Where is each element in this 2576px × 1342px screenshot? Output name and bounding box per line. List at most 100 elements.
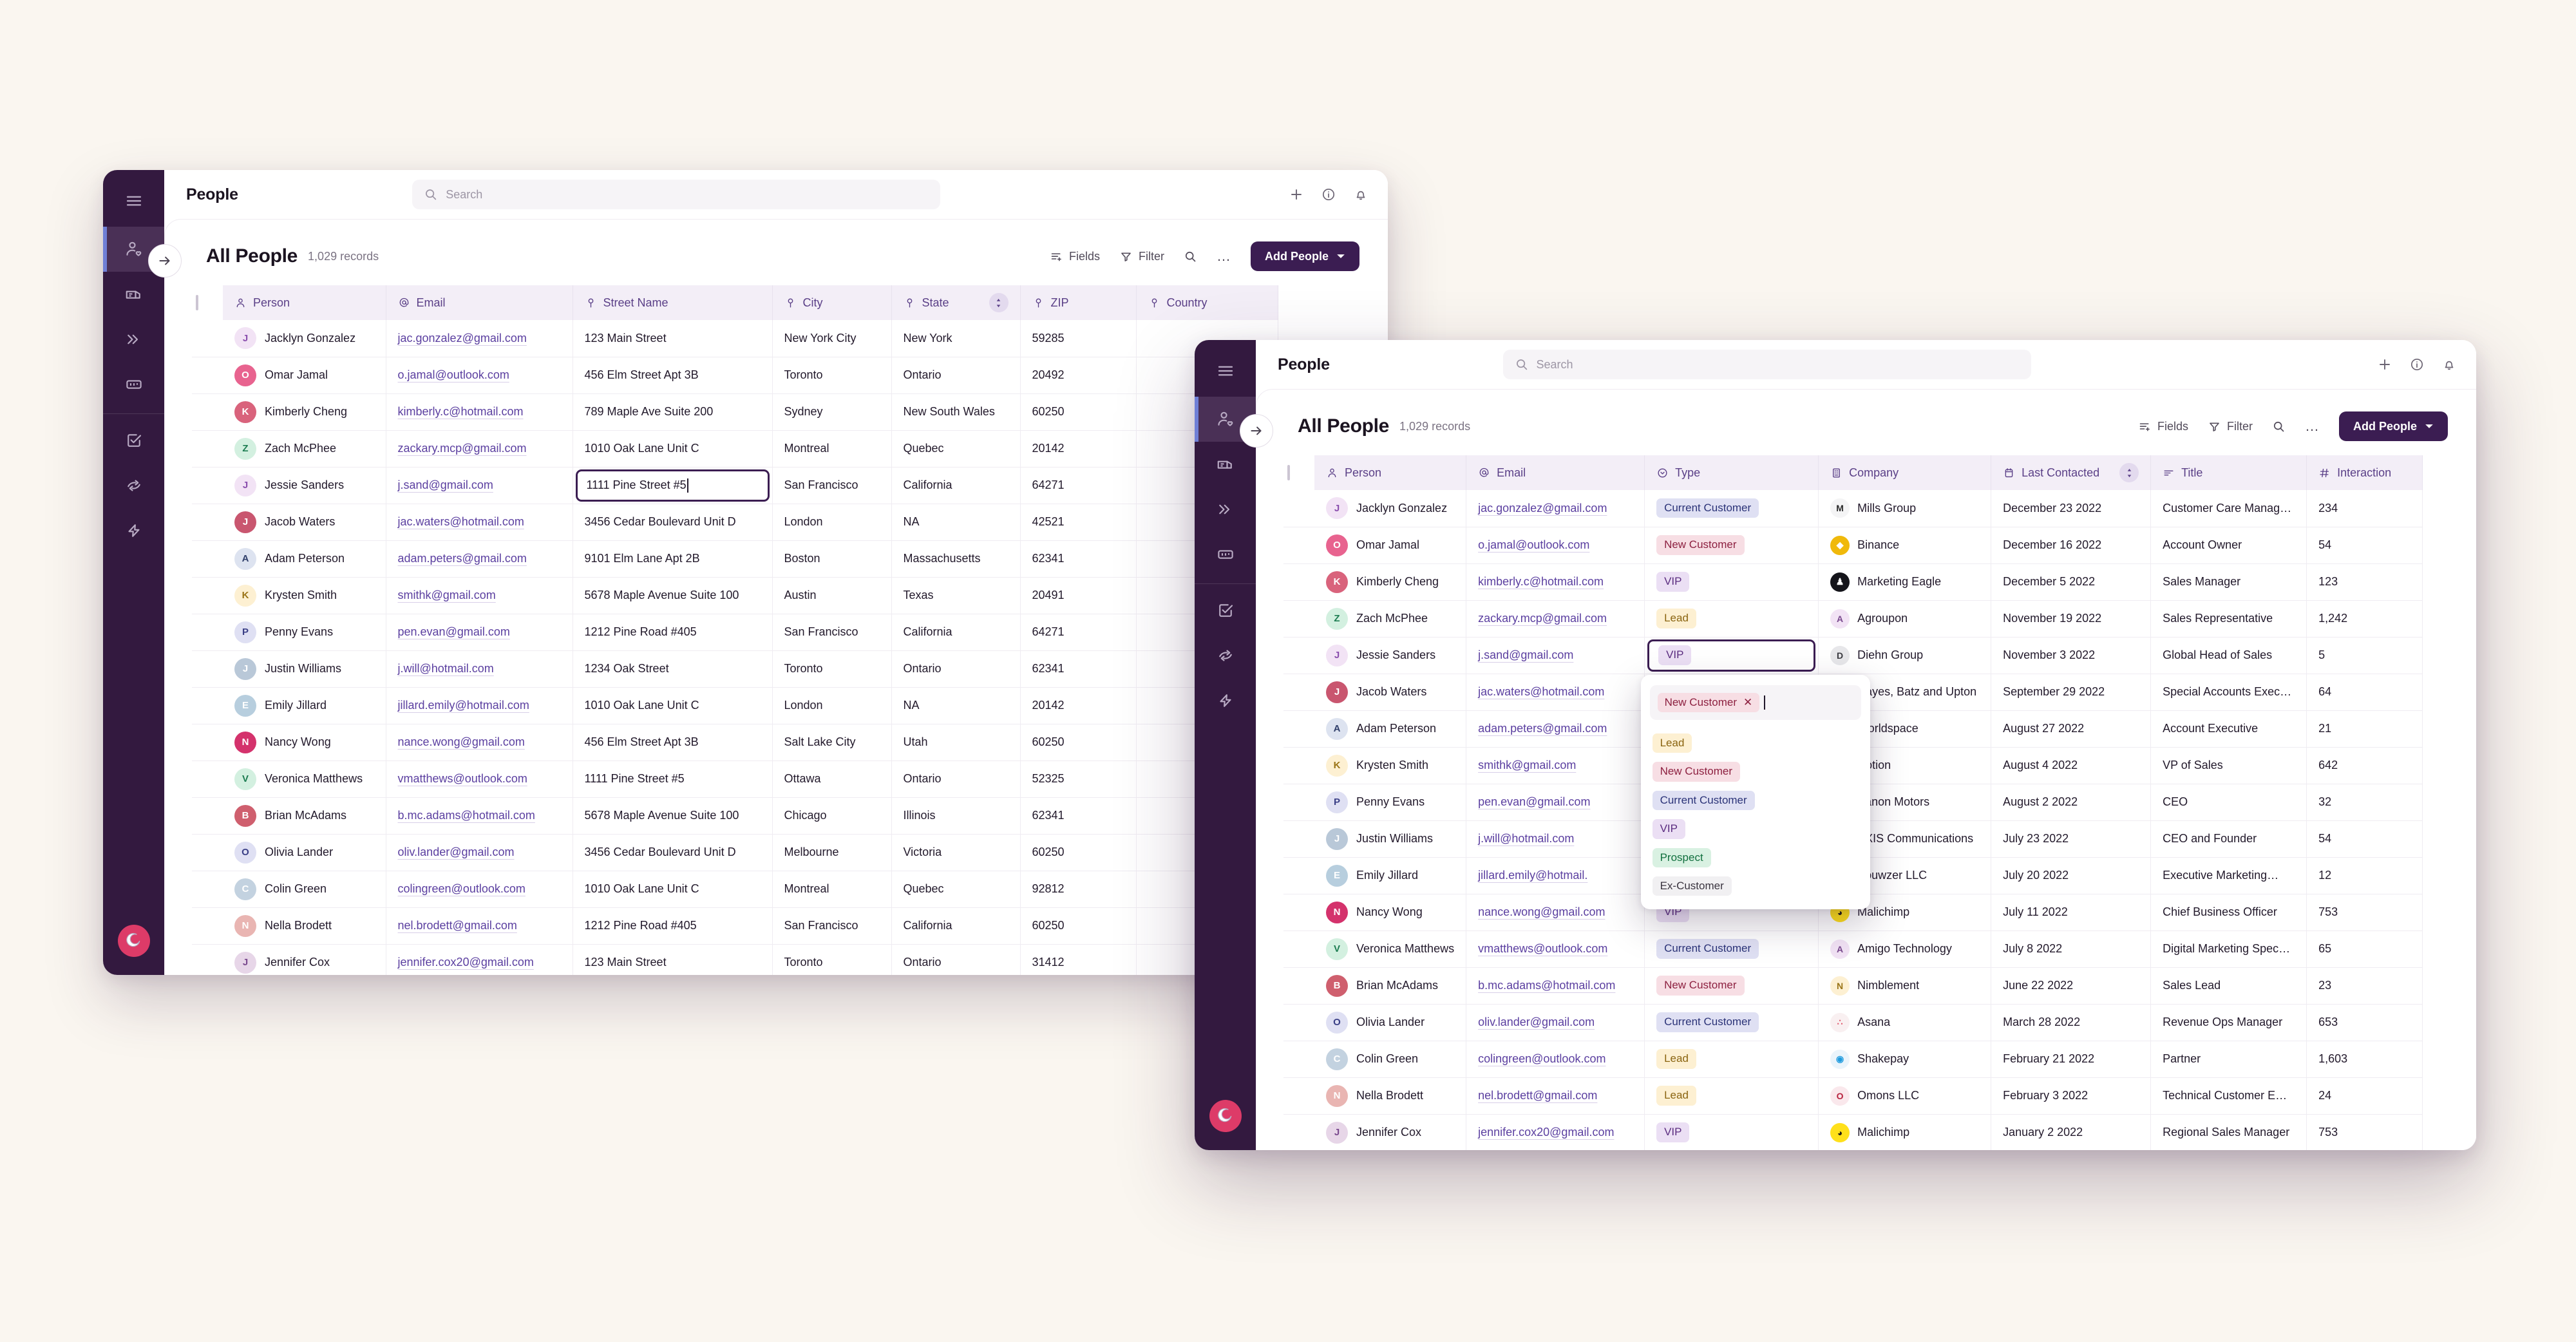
email-link[interactable]: j.sand@gmail.com	[398, 478, 493, 491]
email-link[interactable]: kimberly.c@hotmail.com	[398, 405, 524, 418]
email-link[interactable]: b.mc.adams@hotmail.com	[1478, 979, 1615, 992]
row-select-cell[interactable]	[192, 540, 223, 578]
cell-street-name[interactable]: 123 Main Street	[573, 944, 773, 975]
cell-email[interactable]: zackary.mcp@gmail.com	[386, 430, 573, 468]
plus-icon[interactable]	[1289, 187, 1304, 202]
cell-email[interactable]: jac.waters@hotmail.com	[1466, 674, 1645, 711]
type-option-prospect[interactable]: Prospect	[1650, 844, 1861, 872]
row-select-cell[interactable]	[1283, 931, 1314, 968]
cell-email[interactable]: kimberly.c@hotmail.com	[386, 393, 573, 431]
cell-person[interactable]: P Penny Evans	[1314, 784, 1467, 821]
cell-type[interactable]: Lead	[1644, 1041, 1819, 1078]
cell-last-contacted[interactable]: March 28 2022	[1991, 1004, 2152, 1041]
email-link[interactable]: jennifer.cox20@gmail.com	[1478, 1126, 1614, 1139]
row-select-cell[interactable]	[192, 467, 223, 504]
row-select-cell[interactable]	[1283, 1004, 1314, 1041]
cell-email[interactable]: jennifer.cox20@gmail.com	[1466, 1114, 1645, 1150]
table-row[interactable]: E Emily Jillard jillard.emily@hotmail.com…	[192, 687, 1278, 724]
email-link[interactable]: oliv.lander@gmail.com	[398, 846, 515, 858]
column-header-person[interactable]: Person	[1314, 455, 1467, 490]
column-header-company[interactable]: Company	[1818, 455, 1992, 490]
rail-item-tasks[interactable]	[103, 418, 164, 463]
type-select-input[interactable]: New Customer ✕	[1649, 685, 1861, 720]
filter-button[interactable]: Filter	[1119, 250, 1164, 263]
email-link[interactable]: smithk@gmail.com	[1478, 759, 1576, 771]
cell-title[interactable]: Technical Customer E…	[2150, 1077, 2307, 1115]
email-link[interactable]: colingreen@outlook.com	[1478, 1052, 1605, 1065]
table-row[interactable]: J Jacklyn Gonzalez jac.gonzalez@gmail.com…	[192, 320, 1278, 357]
cell-state[interactable]: Quebec	[891, 871, 1021, 908]
cell-person[interactable]: O Olivia Lander	[1314, 1004, 1467, 1041]
cell-type[interactable]: New Customer	[1644, 527, 1819, 564]
cell-person[interactable]: V Veronica Matthews	[223, 761, 386, 798]
cell-state[interactable]: California	[891, 907, 1021, 945]
row-select-cell[interactable]	[1283, 747, 1314, 784]
cell-state[interactable]: Ontario	[891, 944, 1021, 975]
cell-last-contacted[interactable]: December 5 2022	[1991, 563, 2152, 601]
email-link[interactable]: vmatthews@outlook.com	[1478, 942, 1607, 955]
rail-item-deals[interactable]	[1195, 487, 1256, 532]
cell-zip[interactable]: 60250	[1020, 393, 1137, 431]
cell-street-name[interactable]: 3456 Cedar Boulevard Unit D	[573, 504, 773, 541]
search-input[interactable]: Search	[412, 180, 941, 209]
email-link[interactable]: kimberly.c@hotmail.com	[1478, 575, 1604, 588]
cell-zip[interactable]: 92812	[1020, 871, 1137, 908]
cell-last-contacted[interactable]: July 20 2022	[1991, 857, 2152, 894]
cell-interaction[interactable]: 32	[2306, 784, 2423, 821]
cell-type[interactable]: Lead	[1644, 600, 1819, 638]
rail-item-sequences[interactable]	[1195, 633, 1256, 678]
cell-type-editing[interactable]: VIP	[1644, 637, 1819, 674]
row-select-cell[interactable]	[192, 761, 223, 798]
type-option-ex-customer[interactable]: Ex-Customer	[1650, 872, 1861, 900]
cell-email[interactable]: oliv.lander@gmail.com	[1466, 1004, 1645, 1041]
rail-item-companies[interactable]	[1195, 442, 1256, 487]
row-select-cell[interactable]	[192, 430, 223, 468]
cell-person[interactable]: N Nancy Wong	[1314, 894, 1467, 931]
cell-person[interactable]: Z Zach McPhee	[1314, 600, 1467, 638]
cell-zip[interactable]: 60250	[1020, 907, 1137, 945]
cell-person[interactable]: K Krysten Smith	[1314, 747, 1467, 784]
cell-person[interactable]: J Jennifer Cox	[223, 944, 386, 975]
collapse-sidebar-button[interactable]	[148, 244, 182, 278]
cell-interaction[interactable]: 23	[2306, 967, 2423, 1005]
cell-last-contacted[interactable]: December 23 2022	[1991, 490, 2152, 527]
email-link[interactable]: colingreen@outlook.com	[398, 882, 526, 895]
table-row[interactable]: V Veronica Matthews vmatthews@outlook.com…	[192, 761, 1278, 798]
cell-interaction[interactable]: 1,603	[2306, 1041, 2423, 1078]
cell-city[interactable]: Melbourne	[772, 834, 892, 871]
cell-person[interactable]: O Omar Jamal	[223, 357, 386, 394]
cell-interaction[interactable]: 234	[2306, 490, 2423, 527]
cell-street-name[interactable]: 1212 Pine Road #405	[573, 907, 773, 945]
cell-title[interactable]: Regional Sales Manager	[2150, 1114, 2307, 1150]
row-select-cell[interactable]	[1283, 600, 1314, 638]
email-link[interactable]: pen.evan@gmail.com	[398, 625, 510, 638]
cell-zip[interactable]: 64271	[1020, 467, 1137, 504]
email-link[interactable]: zackary.mcp@gmail.com	[1478, 612, 1607, 625]
table-row[interactable]: K Kimberly Cheng kimberly.c@hotmail.com V…	[1283, 563, 2423, 601]
email-link[interactable]: adam.peters@gmail.com	[398, 552, 527, 565]
cell-interaction[interactable]: 54	[2306, 527, 2423, 564]
cell-street-name[interactable]: 9101 Elm Lane Apt 2B	[573, 540, 773, 578]
cell-street-name[interactable]: 5678 Maple Avenue Suite 100	[573, 577, 773, 614]
row-select-cell[interactable]	[192, 357, 223, 394]
table-row[interactable]: V Veronica Matthews vmatthews@outlook.com…	[1283, 931, 2423, 968]
cell-email[interactable]: zackary.mcp@gmail.com	[1466, 600, 1645, 638]
cell-person[interactable]: C Colin Green	[223, 871, 386, 908]
cell-email[interactable]: smithk@gmail.com	[386, 577, 573, 614]
email-link[interactable]: o.jamal@outlook.com	[398, 368, 509, 381]
add-people-button[interactable]: Add People	[2338, 411, 2448, 441]
cell-last-contacted[interactable]: February 3 2022	[1991, 1077, 2152, 1115]
cell-title[interactable]: Chief Business Officer	[2150, 894, 2307, 931]
table-row[interactable]: N Nella Brodett nel.brodett@gmail.com Lea…	[1283, 1077, 2423, 1115]
type-option-current-customer[interactable]: Current Customer	[1650, 786, 1861, 815]
cell-last-contacted[interactable]: July 23 2022	[1991, 820, 2152, 858]
row-select-cell[interactable]	[1283, 894, 1314, 931]
column-header-last-contacted[interactable]: Last Contacted	[1991, 455, 2152, 490]
email-link[interactable]: j.will@hotmail.com	[1478, 832, 1574, 845]
row-select-cell[interactable]	[192, 871, 223, 908]
cell-email[interactable]: adam.peters@gmail.com	[1466, 710, 1645, 748]
menu-toggle-icon[interactable]	[117, 184, 151, 218]
menu-toggle-icon[interactable]	[1209, 354, 1242, 388]
cell-title[interactable]: Special Accounts Exec…	[2150, 674, 2307, 711]
column-header-country[interactable]: Country	[1136, 285, 1278, 320]
